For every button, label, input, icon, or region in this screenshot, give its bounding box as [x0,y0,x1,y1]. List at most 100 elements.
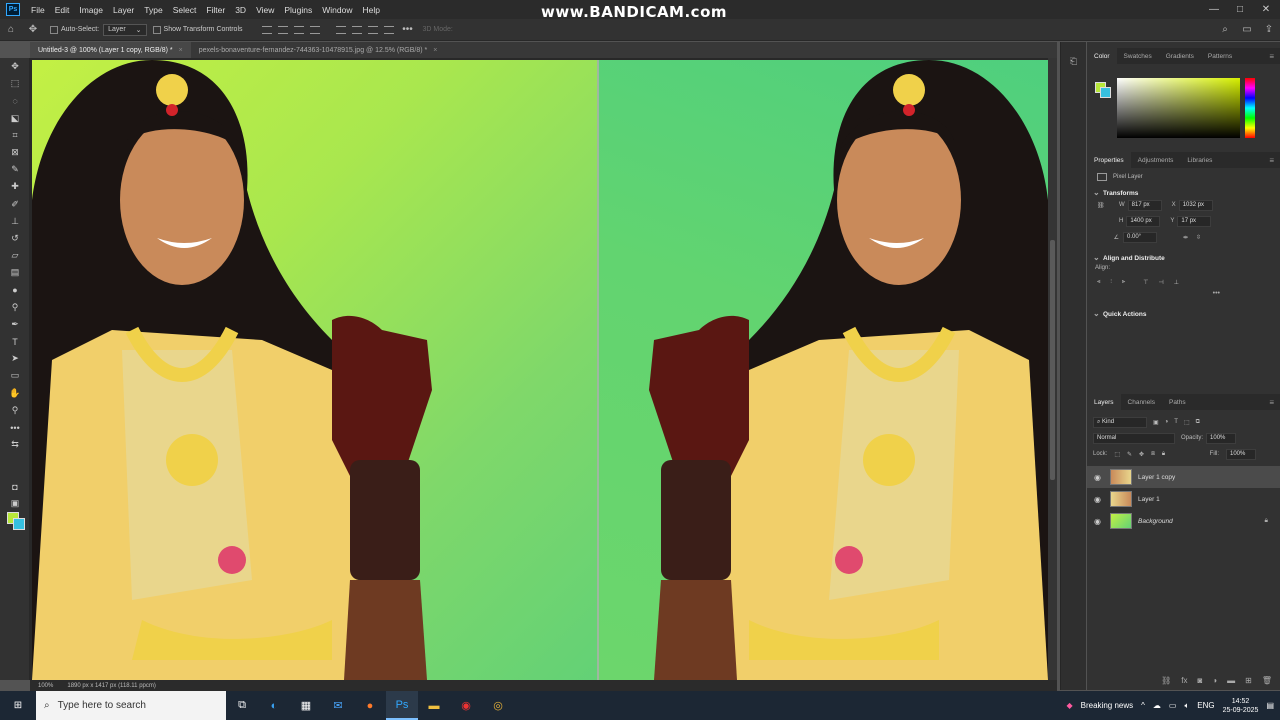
panel-menu-icon[interactable]: ≡ [1269,52,1274,61]
auto-select-checkbox[interactable] [50,25,58,34]
history-icon[interactable]: ⎗ [1061,56,1086,67]
lasso-tool-icon[interactable]: ◌ [0,92,30,109]
layer-row-layer-1[interactable]: ◉ Layer 1 [1087,488,1280,510]
blur-tool-icon[interactable]: ● [0,281,30,298]
tab-patterns[interactable]: Patterns [1201,48,1239,64]
angle-field[interactable]: 0.00° [1123,231,1157,243]
gradient-tool-icon[interactable]: ▤ [0,264,30,281]
bandicam-icon[interactable]: ◉ [450,691,482,720]
align-top-icon[interactable] [335,25,346,34]
eraser-tool-icon[interactable]: ▱ [0,247,30,264]
minimize-icon[interactable]: — [1202,0,1226,19]
filter-pixel-icon[interactable]: ▣ [1153,419,1159,426]
fx-icon[interactable]: fx [1181,676,1187,685]
more-tools-icon[interactable]: ••• [0,419,30,436]
edge-icon[interactable]: ◐ [258,691,290,720]
blend-mode-dropdown[interactable]: Normal [1093,432,1175,444]
dodge-tool-icon[interactable]: ⚲ [0,299,30,316]
stamp-tool-icon[interactable]: ⊥ [0,213,30,230]
x-field[interactable]: 1032 px [1178,199,1213,211]
cloud-icon[interactable]: ☁ [1153,701,1161,710]
lock-artboard-icon[interactable]: ⧈ [1151,451,1155,458]
share-icon[interactable]: ⇪ [1262,23,1276,37]
type-tool-icon[interactable]: T [0,333,30,350]
close-icon[interactable]: ✕ [1254,0,1278,19]
workspace-icon[interactable]: ▭ [1240,23,1254,37]
distribute-icon[interactable] [309,25,320,34]
filter-kind-dropdown[interactable]: ⌕ Kind [1093,416,1147,428]
more-options-icon[interactable]: ••• [401,23,415,37]
task-view-icon[interactable]: ⧉ [226,691,258,720]
brush-tool-icon[interactable]: ✐ [0,196,30,213]
color-field[interactable] [1117,78,1240,138]
language-indicator[interactable]: ENG [1197,701,1214,710]
network-icon[interactable]: ▭ [1169,701,1177,710]
menu-window[interactable]: Window [317,5,357,15]
history-brush-icon[interactable]: ↺ [0,230,30,247]
visibility-eye-icon[interactable]: ◉ [1094,473,1104,482]
link-icon[interactable]: ⛓ [1097,202,1119,209]
height-field[interactable]: 1400 px [1126,215,1161,227]
hand-tool-icon[interactable]: ✋ [0,385,30,402]
quick-mask-icon[interactable]: ◘ [0,478,30,495]
align-vcenter-icon[interactable]: ⊣ [1159,279,1164,286]
align-left-icon[interactable]: ⫷ [1097,279,1100,286]
show-transform-checkbox[interactable] [152,25,161,34]
lock-image-icon[interactable]: ✎ [1127,451,1132,458]
tab-pexels-image[interactable]: pexels-bonaventure-fernandez-744363-1047… [191,42,446,58]
hue-slider[interactable] [1245,78,1255,138]
layer-row-layer-1-copy[interactable]: ◉ Layer 1 copy [1087,466,1280,488]
zoom-tool-icon[interactable]: ⚲ [0,402,30,419]
home-icon[interactable]: ⌂ [4,23,18,37]
align-right-icon[interactable] [293,25,304,34]
align-section-title[interactable]: Align and Distribute [1087,251,1280,262]
tab-layers[interactable]: Layers [1087,394,1121,410]
clock[interactable]: 14:52 25-09-2025 [1223,697,1259,715]
scroll-thumb[interactable] [1050,240,1055,480]
transforms-section-title[interactable]: Transforms [1087,186,1280,197]
object-select-tool-icon[interactable]: ⬕ [0,110,30,127]
chrome-icon[interactable]: ◎ [482,691,514,720]
align-left-icon[interactable] [261,25,272,34]
background-color-swatch[interactable] [13,518,25,530]
menu-type[interactable]: Type [139,5,167,15]
lock-position-icon[interactable]: ✥ [1139,451,1144,458]
notifications-icon[interactable]: ▤ [1266,701,1274,710]
align-center-icon[interactable] [277,25,288,34]
chevron-up-icon[interactable]: ^ [1141,701,1145,710]
new-layer-icon[interactable]: ⊞ [1245,676,1252,685]
align-right-icon[interactable]: ⫸ [1122,279,1125,286]
align-bottom-icon[interactable]: ⊥ [1174,279,1179,286]
tab-libraries[interactable]: Libraries [1180,152,1219,168]
visibility-eye-icon[interactable]: ◉ [1094,495,1104,504]
marquee-tool-icon[interactable]: ⬚ [0,75,30,92]
menu-edit[interactable]: Edit [50,5,75,15]
news-label[interactable]: Breaking news [1081,701,1133,710]
taskbar-search[interactable]: ⌕ Type here to search [36,691,226,720]
more-options-icon[interactable]: ••• [1087,290,1280,297]
zoom-level[interactable]: 100% [38,683,53,689]
firefox-icon[interactable]: ● [354,691,386,720]
lock-all-icon[interactable]: 🔒︎ [1162,451,1165,458]
lock-transparent-icon[interactable]: ⬚ [1114,451,1120,458]
auto-select-dropdown[interactable]: Layer ⌄ [103,23,147,36]
tab-color[interactable]: Color [1087,48,1117,64]
adjustment-layer-icon[interactable]: ◑ [1212,676,1217,685]
layer-row-background[interactable]: ◉ Background 🔒︎ [1087,510,1280,532]
store-icon[interactable]: ▦ [290,691,322,720]
search-icon[interactable]: ⌕ [1218,23,1232,37]
add-mask-icon[interactable]: ◙ [1197,676,1202,685]
menu-help[interactable]: Help [357,5,384,15]
news-icon[interactable]: ◆ [1067,701,1073,710]
link-layers-icon[interactable]: ⛓ [1161,676,1171,685]
close-icon[interactable]: × [179,47,183,54]
new-group-icon[interactable]: ▬ [1227,676,1235,685]
eyedropper-tool-icon[interactable]: ✎ [0,161,30,178]
windows-start-icon[interactable]: ⊞ [0,691,36,720]
pen-tool-icon[interactable]: ✒ [0,316,30,333]
panel-menu-icon[interactable]: ≡ [1269,398,1274,407]
document-canvas[interactable] [30,58,1048,680]
menu-filter[interactable]: Filter [201,5,230,15]
volume-icon[interactable]: 🔈︎ [1184,701,1189,711]
tab-gradients[interactable]: Gradients [1159,48,1201,64]
